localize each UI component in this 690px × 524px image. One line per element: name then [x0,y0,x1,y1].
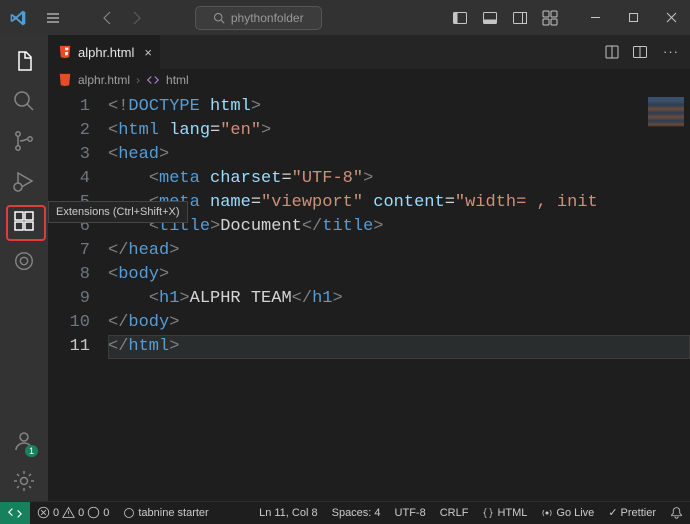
language-mode-button[interactable]: HTML [475,502,534,524]
accounts-badge: 1 [25,445,38,457]
code-symbol-icon [146,73,160,87]
source-control-tab[interactable] [0,121,48,161]
breadcrumb-symbol: html [166,73,189,87]
maximize-button[interactable] [614,4,652,32]
status-bar: 0 0 0 tabnine starter Ln 11, Col 8 Space… [0,501,690,523]
explorer-tab[interactable] [0,41,48,81]
customize-layout-button[interactable] [536,4,564,32]
window-controls [576,4,690,32]
menu-button[interactable] [35,10,70,26]
minimap[interactable] [642,91,690,501]
split-editor-button[interactable] [632,44,654,60]
tabnine-status[interactable]: tabnine starter [116,502,215,524]
command-center-search[interactable]: phythonfolder [195,6,322,30]
tab-filename: alphr.html [78,45,134,60]
cursor-position[interactable]: Ln 11, Col 8 [252,502,325,524]
extensions-tooltip: Extensions (Ctrl+Shift+X) [48,201,188,223]
remote-button[interactable] [0,502,30,524]
extensions-tab[interactable]: Extensions (Ctrl+Shift+X) [0,201,48,241]
editor-tabs: alphr.html × ··· [48,35,690,69]
tabnine-icon [123,507,135,519]
eol-button[interactable]: CRLF [433,502,476,524]
toggle-primary-sidebar-button[interactable] [446,4,474,32]
encoding-button[interactable]: UTF-8 [388,502,433,524]
accounts-button[interactable]: 1 [0,421,48,461]
bell-icon [670,506,683,519]
run-debug-tab[interactable] [0,161,48,201]
error-icon [37,506,50,519]
notifications-button[interactable] [663,502,690,524]
indentation-button[interactable]: Spaces: 4 [325,502,388,524]
tab-close-button[interactable]: × [144,45,152,60]
breadcrumb[interactable]: alphr.html › html [48,69,690,91]
search-icon [213,12,225,24]
warning-icon [62,506,75,519]
settings-button[interactable] [0,461,48,501]
minimize-button[interactable] [576,4,614,32]
editor-tab[interactable]: alphr.html × [48,35,160,69]
toggle-secondary-sidebar-button[interactable] [506,4,534,32]
code-editor[interactable]: 1234567891011 <!DOCTYPE html><html lang=… [48,91,690,501]
vscode-logo-icon [0,10,35,26]
broadcast-icon [541,507,553,519]
search-placeholder: phythonfolder [231,11,304,25]
line-number-gutter: 1234567891011 [48,91,108,501]
activity-bar: Extensions (Ctrl+Shift+X) 1 [0,35,48,501]
html-file-icon [58,73,72,87]
problems-button[interactable]: 0 0 0 [30,502,116,524]
html-file-icon [58,45,72,59]
breadcrumb-file: alphr.html [78,73,130,87]
tabnine-tab[interactable] [0,241,48,281]
braces-icon [482,507,494,519]
editor-area: alphr.html × ··· alphr.html › html 12345… [48,35,690,501]
info-icon [87,506,100,519]
compare-changes-button[interactable] [604,44,626,60]
more-actions-button[interactable]: ··· [660,44,682,60]
search-tab[interactable] [0,81,48,121]
close-button[interactable] [652,4,690,32]
nav-forward-button[interactable] [128,10,152,26]
check-icon: ✓ [608,506,617,519]
code-content[interactable]: <!DOCTYPE html><html lang="en"><head> <m… [108,91,690,501]
nav-back-button[interactable] [100,10,124,26]
chevron-right-icon: › [136,73,140,87]
go-live-button[interactable]: Go Live [534,502,601,524]
toggle-panel-button[interactable] [476,4,504,32]
title-bar: phythonfolder [0,0,690,35]
layout-controls [446,4,564,32]
prettier-button[interactable]: ✓Prettier [601,502,663,524]
